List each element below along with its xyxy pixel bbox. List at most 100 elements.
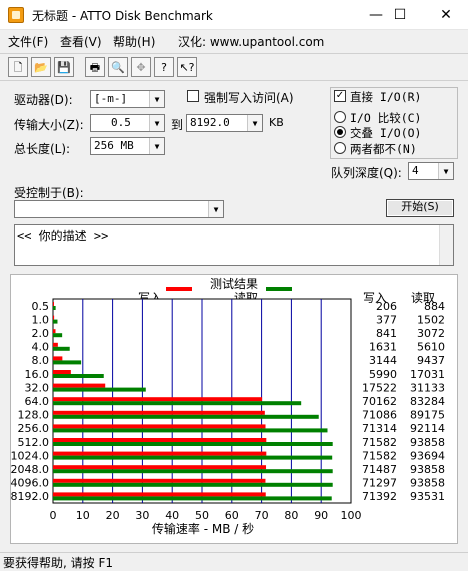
- read-value-label: 9437: [417, 354, 445, 367]
- neither-radio[interactable]: [334, 142, 346, 154]
- write-value-label: 377: [376, 313, 397, 326]
- read-bar: [53, 482, 333, 487]
- read-bar: [53, 306, 56, 310]
- menu-file[interactable]: 文件(F): [8, 33, 48, 50]
- write-bar: [53, 370, 71, 374]
- write-bar: [53, 465, 267, 470]
- read-value-label: 93858: [410, 463, 445, 476]
- y-tick-label: 256.0: [18, 422, 50, 435]
- write-value-label: 71487: [362, 463, 397, 476]
- y-tick-label: 0.5: [32, 300, 50, 313]
- question-icon: ?: [161, 60, 167, 74]
- y-tick-label: 64.0: [25, 395, 50, 408]
- minimize-icon: —: [369, 7, 383, 23]
- chevron-down-icon: ▼: [247, 115, 262, 131]
- write-value-label: 71582: [362, 436, 397, 449]
- drive-select[interactable]: [-m-] ▼: [90, 90, 165, 108]
- save-icon: 💾: [57, 60, 71, 74]
- write-value-label: 71392: [362, 490, 397, 503]
- window-title: 无标题 - ATTO Disk Benchmark: [32, 9, 213, 23]
- read-value-label: 92114: [410, 422, 445, 435]
- legend-write-swatch: [166, 287, 192, 291]
- x-tick-label: 50: [195, 509, 209, 522]
- x-tick-label: 20: [106, 509, 120, 522]
- x-tick-label: 80: [284, 509, 298, 522]
- read-value-label: 83284: [410, 395, 445, 408]
- write-bar: [53, 302, 54, 306]
- total-length-select[interactable]: 256 MB ▼: [90, 137, 165, 155]
- read-value-label: 93694: [410, 449, 445, 462]
- force-write-label: 强制写入访问(A): [204, 91, 294, 105]
- x-tick-label: 10: [76, 509, 90, 522]
- start-button[interactable]: 开始(S): [386, 199, 454, 217]
- about-button[interactable]: ?: [154, 57, 174, 77]
- print-button[interactable]: 🖶: [85, 57, 105, 77]
- transfer-to-select[interactable]: 8192.0 ▼: [186, 114, 263, 132]
- queue-depth-label: 队列深度(Q):: [331, 166, 402, 180]
- overlap-io-label: 交叠 I/O(O): [350, 126, 422, 140]
- read-value-label: 1502: [417, 313, 445, 326]
- write-bar: [53, 329, 56, 334]
- move-button[interactable]: ✥: [131, 57, 151, 77]
- write-value-label: 1631: [369, 341, 397, 354]
- write-bar: [53, 438, 267, 442]
- write-bar: [53, 397, 263, 402]
- x-tick-label: 70: [255, 509, 269, 522]
- write-bar: [53, 342, 58, 347]
- y-tick-label: 1.0: [32, 313, 50, 326]
- description-scrollbar[interactable]: [439, 225, 453, 265]
- y-tick-label: 16.0: [25, 368, 50, 381]
- y-tick-label: 2.0: [32, 327, 50, 340]
- open-button[interactable]: 📂: [31, 57, 51, 77]
- transfer-from-select[interactable]: 0.5 ▼: [90, 114, 165, 132]
- write-value-label: 5990: [369, 368, 397, 381]
- read-bar: [53, 387, 146, 392]
- write-bar: [53, 451, 267, 456]
- read-value-label: 31133: [410, 381, 445, 394]
- chevron-down-icon: ▼: [149, 138, 164, 154]
- direct-io-checkbox[interactable]: ✓: [334, 90, 346, 102]
- context-help-button[interactable]: ↖?: [177, 57, 197, 77]
- new-file-icon: 🗋: [13, 60, 23, 74]
- write-bar: [53, 410, 265, 415]
- x-axis-label: 传输速率 - MB / 秒: [152, 521, 254, 536]
- x-tick-label: 40: [165, 509, 179, 522]
- io-compare-radio[interactable]: [334, 111, 346, 123]
- menu-view[interactable]: 查看(V): [60, 33, 102, 50]
- controlled-by-label: 受控制于(B):: [14, 186, 84, 200]
- open-folder-icon: 📂: [34, 60, 48, 74]
- write-value-label: 206: [376, 300, 397, 313]
- transfer-size-label: 传输大小(Z):: [14, 118, 84, 132]
- write-value-label: 71582: [362, 449, 397, 462]
- controlled-by-select[interactable]: ▼: [14, 200, 224, 218]
- save-button[interactable]: 💾: [54, 57, 74, 77]
- queue-depth-select[interactable]: 4 ▼: [408, 162, 454, 180]
- io-compare-label: I/O 比较(C): [350, 111, 422, 125]
- write-value-label: 841: [376, 327, 397, 340]
- read-bar: [53, 442, 333, 446]
- print-preview-button[interactable]: 🔍: [108, 57, 128, 77]
- maximize-button[interactable]: ☐: [382, 0, 418, 30]
- kb-label: KB: [269, 116, 284, 129]
- new-button[interactable]: 🗋: [8, 57, 28, 77]
- read-bar: [53, 428, 328, 433]
- description-textarea[interactable]: << 你的描述 >>: [14, 224, 454, 266]
- overlap-io-radio[interactable]: [334, 126, 346, 138]
- close-button[interactable]: ✕: [428, 0, 464, 30]
- read-bar: [53, 374, 104, 378]
- menu-credit[interactable]: 汉化: www.upantool.com: [178, 33, 324, 50]
- read-value-label: 5610: [417, 341, 445, 354]
- read-value-label: 3072: [417, 327, 445, 340]
- chevron-down-icon: ▼: [208, 201, 223, 217]
- read-bar: [53, 333, 63, 338]
- force-write-checkbox[interactable]: [187, 90, 199, 102]
- write-bar: [53, 478, 266, 483]
- read-bar: [53, 496, 332, 501]
- write-value-label: 71314: [362, 422, 397, 435]
- menu-help[interactable]: 帮助(H): [113, 33, 155, 50]
- x-tick-label: 90: [314, 509, 328, 522]
- legend-read-swatch: [266, 287, 292, 291]
- write-value-label: 71297: [362, 477, 397, 490]
- y-tick-label: 1024.0: [11, 449, 49, 462]
- read-value-label: 93858: [410, 436, 445, 449]
